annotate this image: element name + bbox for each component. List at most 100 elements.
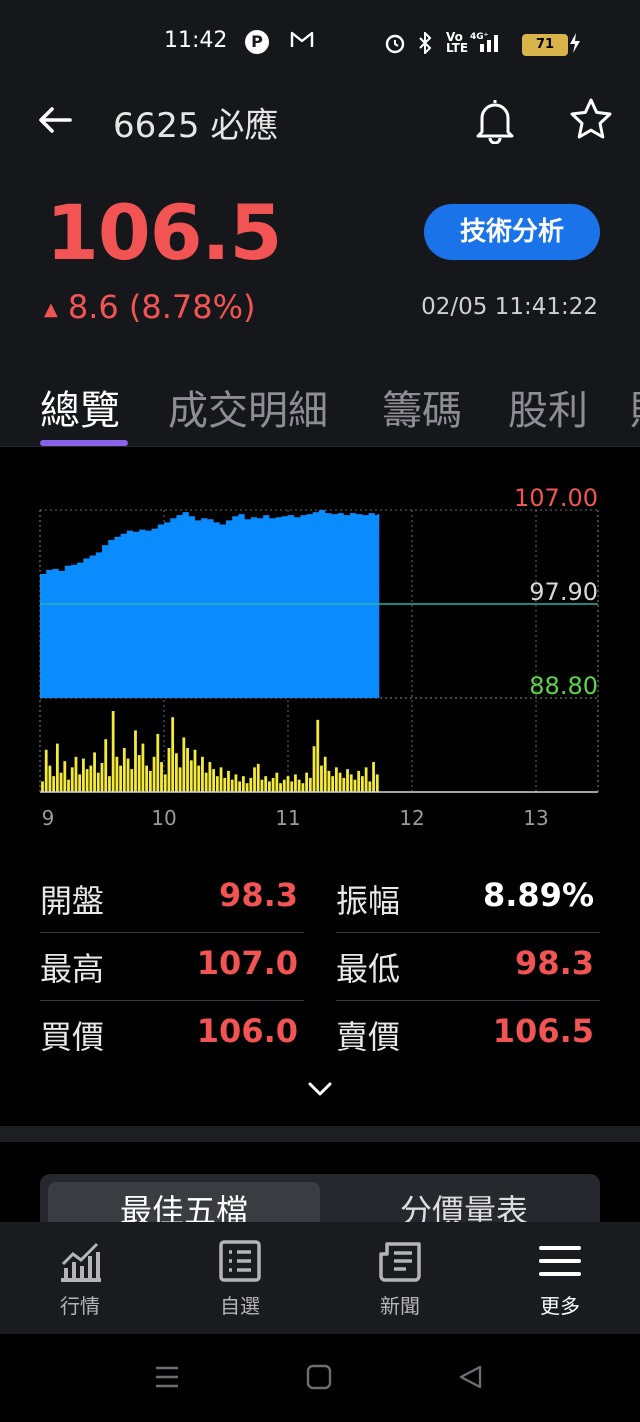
volume-bar	[364, 767, 368, 792]
stat-label: 買價	[40, 1018, 105, 1056]
volume-bar	[357, 770, 361, 792]
mail-icon	[290, 30, 314, 55]
stock-title: 6625 必應	[113, 106, 279, 146]
price-change: ▲ 8.6 (8.78%)	[44, 288, 256, 326]
tab-chips[interactable]: 籌碼	[382, 378, 462, 436]
volume-bar	[201, 756, 204, 792]
volume-bar	[297, 779, 301, 792]
volume-bar	[96, 772, 100, 792]
volume-bar	[104, 739, 108, 792]
volume-bar	[137, 755, 141, 792]
volume-bar	[342, 777, 346, 792]
tab-more-clipped[interactable]: 財	[630, 378, 640, 436]
y-label-high: 107.00	[514, 484, 598, 512]
app-header: 6625 必應	[0, 88, 640, 158]
nav-news[interactable]: 新聞	[350, 1238, 450, 1319]
stat-label: 振幅	[336, 882, 401, 920]
volume-bar	[290, 781, 294, 792]
parking-app-icon: P	[245, 30, 269, 54]
volume-bar	[312, 746, 316, 792]
home-icon[interactable]	[306, 1364, 332, 1394]
volume-bar	[279, 783, 282, 792]
stat-ask: 賣價 106.5	[336, 1000, 600, 1068]
volume-bar	[256, 763, 260, 792]
volume-bar	[115, 756, 119, 792]
volume-bar	[308, 777, 312, 792]
volume-bar	[215, 776, 219, 792]
stat-value: 98.3	[515, 944, 594, 982]
y-label-ref: 97.90	[529, 578, 598, 606]
order-book-segment: 最佳五檔 分價量表	[40, 1174, 600, 1224]
chevron-down-icon[interactable]	[304, 1074, 336, 1104]
volume-bar	[349, 774, 353, 792]
up-triangle-icon: ▲	[44, 298, 58, 320]
volume-bar	[100, 762, 104, 792]
technical-analysis-button[interactable]: 技術分析	[424, 204, 600, 260]
y-label-low: 88.80	[529, 672, 598, 700]
volume-bar	[301, 783, 305, 792]
recent-apps-icon[interactable]	[154, 1364, 180, 1394]
tab-overview[interactable]: 總覽	[40, 378, 120, 436]
volume-bar	[316, 719, 320, 792]
volume-bar	[227, 770, 230, 792]
nav-label: 更多	[540, 1294, 580, 1318]
battery-indicator: 71	[522, 34, 568, 56]
system-nav-bar	[0, 1334, 640, 1422]
segment-best-five[interactable]: 最佳五檔	[48, 1186, 320, 1224]
segment-price-volume[interactable]: 分價量表	[328, 1186, 600, 1224]
tab-trade-details[interactable]: 成交明細	[168, 378, 328, 436]
volume-bar	[182, 737, 186, 792]
volume-bar	[186, 748, 189, 792]
volume-bar	[253, 767, 256, 792]
volume-bar	[353, 779, 357, 792]
bell-icon[interactable]	[472, 96, 518, 145]
signal-icon: 4G⁺	[470, 30, 504, 59]
stat-label: 最低	[336, 950, 401, 988]
volume-bar	[178, 767, 182, 792]
tab-dividend[interactable]: 股利	[508, 378, 588, 436]
stat-low: 最低 98.3	[336, 932, 600, 1001]
volume-bar	[122, 748, 126, 792]
volume-bar	[119, 765, 122, 792]
volume-bar	[245, 783, 249, 792]
volume-bar	[189, 760, 193, 792]
intraday-chart-svg: 107.00 97.90 88.80 9 10 11 12 13	[39, 484, 599, 830]
menu-icon	[539, 1246, 581, 1276]
volume-bar	[67, 779, 70, 792]
volume-bar	[327, 770, 331, 792]
bluetooth-icon	[418, 30, 432, 59]
tab-indicator	[40, 440, 128, 446]
back-arrow-icon[interactable]	[36, 100, 76, 140]
volume-bar	[197, 765, 201, 792]
volume-bar	[156, 733, 160, 792]
back-triangle-icon[interactable]	[458, 1364, 484, 1394]
volume-bar	[44, 749, 48, 792]
news-icon	[379, 1242, 421, 1282]
volume-bar	[152, 756, 156, 792]
volume-bar	[375, 774, 379, 792]
volume-bar	[175, 753, 178, 792]
volume-bar	[55, 743, 59, 792]
volume-bars	[41, 711, 379, 792]
intraday-chart[interactable]: 107.00 97.90 88.80 9 10 11 12 13	[0, 478, 640, 838]
stat-open: 開盤 98.3	[40, 864, 304, 933]
nav-market[interactable]: 行情	[30, 1238, 130, 1319]
tab-bar: 總覽 成交明細 籌碼 股利 財	[0, 372, 640, 447]
charging-icon	[568, 32, 582, 59]
volume-bar	[59, 772, 63, 792]
star-icon[interactable]	[568, 96, 614, 142]
nav-watchlist[interactable]: 自選	[190, 1238, 290, 1319]
stat-high: 最高 107.0	[40, 932, 304, 1001]
nav-label: 新聞	[380, 1294, 420, 1318]
stat-value: 8.89%	[482, 876, 594, 914]
list-icon	[219, 1240, 261, 1282]
stat-amplitude: 振幅 8.89%	[336, 864, 600, 933]
nav-more[interactable]: 更多	[510, 1238, 610, 1319]
volume-bar	[82, 758, 85, 792]
volume-bar	[171, 717, 175, 792]
volume-bar	[70, 767, 74, 792]
volume-bar	[167, 748, 171, 792]
chart-icon	[61, 1242, 101, 1282]
volume-bar	[111, 711, 115, 792]
x-tick-labels: 9 10 11 12 13	[42, 806, 549, 830]
